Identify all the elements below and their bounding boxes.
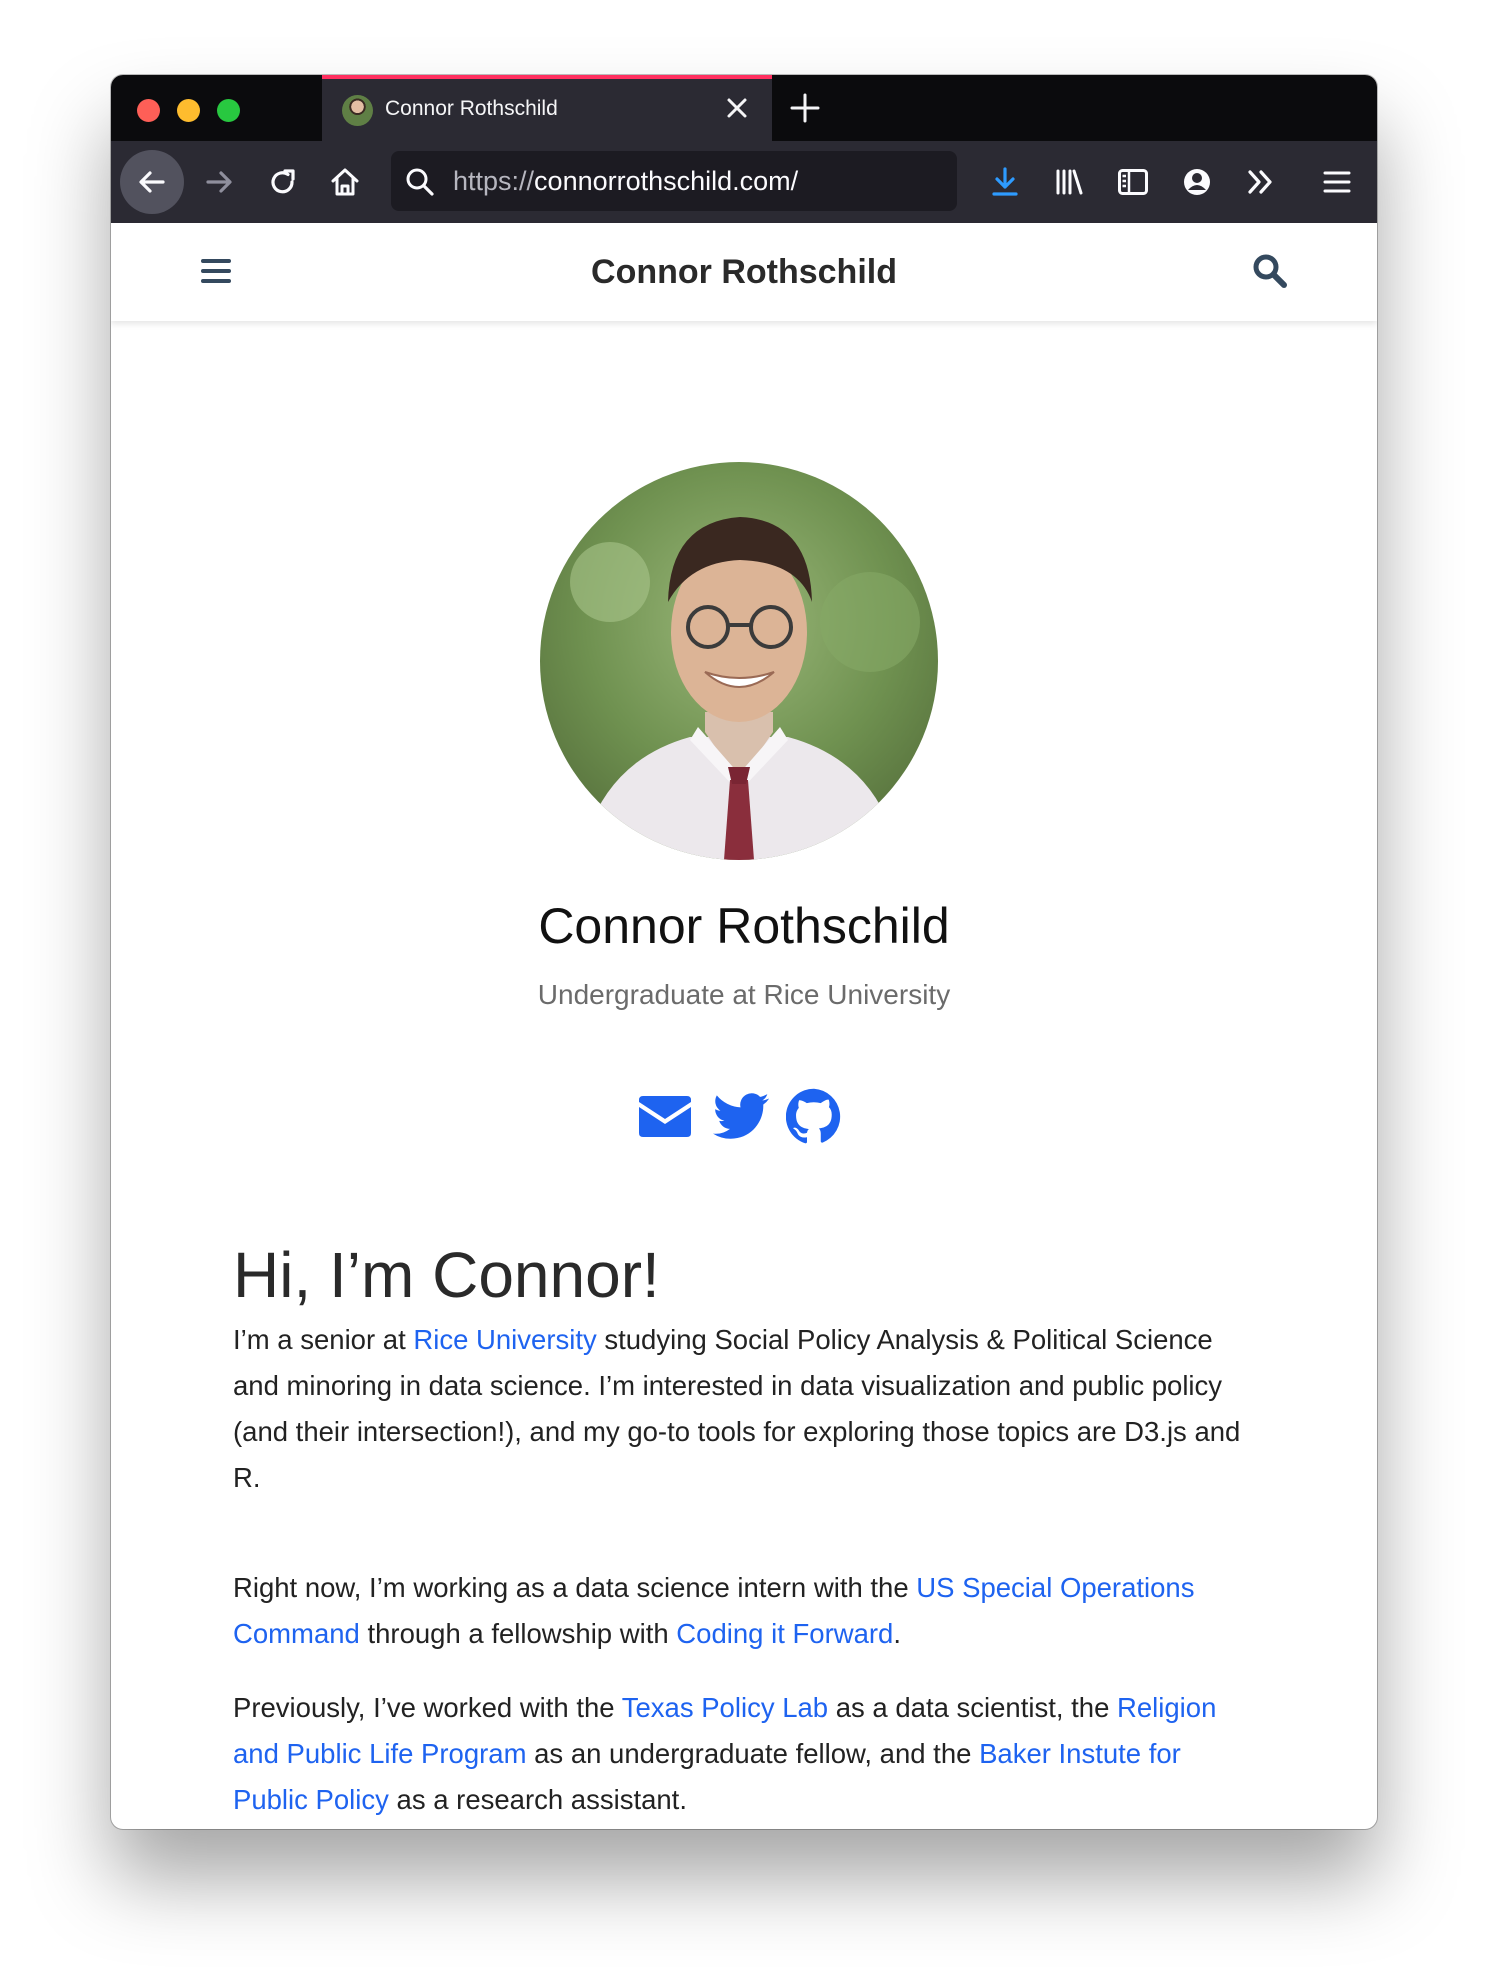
chevron-double-right-icon (1248, 170, 1272, 194)
profile-subtitle: Undergraduate at Rice University (537, 979, 951, 1010)
hamburger-menu-icon (1323, 171, 1351, 193)
sidebar-icon (1118, 169, 1148, 195)
favicon-icon (342, 95, 373, 126)
site-header: Connor Rothschild (111, 223, 1377, 321)
arrow-right-icon (206, 171, 232, 193)
intro-paragraph-1: I’m a senior at Rice University studying… (233, 1317, 1263, 1501)
text: I’m a senior at (233, 1324, 414, 1355)
text: as a data scientist, the (828, 1692, 1118, 1723)
twitter-icon[interactable] (712, 1088, 770, 1144)
profile-photo (540, 462, 938, 860)
text: Right now, I’m working as a data science… (233, 1572, 917, 1603)
link-texas-policy-lab[interactable]: Texas Policy Lab (622, 1692, 828, 1723)
intro-paragraph-3: Previously, I’ve worked with the Texas P… (233, 1685, 1263, 1823)
search-icon[interactable] (1251, 252, 1289, 290)
text: as an undergraduate fellow, and the (526, 1738, 980, 1769)
new-tab-icon[interactable] (785, 88, 825, 128)
avatar (540, 462, 938, 860)
search-icon (406, 168, 434, 196)
forward-button[interactable] (189, 152, 249, 212)
app-menu-button[interactable] (1307, 152, 1367, 212)
intro-heading: Hi, I’m Connor! (233, 1239, 660, 1311)
close-window-button[interactable] (137, 99, 160, 122)
tab-title: Connor Rothschild (385, 97, 558, 120)
reload-button[interactable] (253, 152, 313, 212)
github-icon[interactable] (786, 1088, 842, 1144)
home-button[interactable] (315, 152, 375, 212)
profile-name: Connor Rothschild (538, 898, 950, 954)
back-button[interactable] (120, 150, 184, 214)
envelope-icon[interactable] (637, 1088, 693, 1144)
intro-paragraph-2: Right now, I’m working as a data science… (233, 1565, 1263, 1657)
close-tab-icon[interactable] (722, 93, 752, 123)
more-tools-button[interactable] (1231, 152, 1291, 212)
library-button[interactable] (1039, 152, 1099, 212)
download-arrow-icon (992, 167, 1018, 196)
browser-window: Connor Rothschild https://connorrothschi… (111, 75, 1377, 1829)
minimize-window-button[interactable] (177, 99, 200, 122)
url-host: connorrothschild.com/ (534, 166, 799, 196)
url-text: https://connorrothschild.com/ (453, 166, 798, 197)
arrow-left-icon (139, 171, 165, 193)
tab-active[interactable]: Connor Rothschild (322, 75, 772, 141)
account-button[interactable] (1167, 152, 1227, 212)
nav-toolbar: https://connorrothschild.com/ (111, 141, 1377, 223)
text: through a fellowship with (359, 1618, 677, 1649)
zoom-window-button[interactable] (217, 99, 240, 122)
reload-icon (271, 169, 295, 194)
text: Previously, I’ve worked with the (233, 1692, 622, 1723)
downloads-button[interactable] (975, 152, 1035, 212)
site-title[interactable]: Connor Rothschild (111, 253, 1377, 292)
link-coding-it-forward[interactable]: Coding it Forward (676, 1618, 893, 1649)
link-rice-university[interactable]: Rice University (413, 1324, 596, 1355)
tab-strip: Connor Rothschild (111, 75, 1377, 141)
sidebar-button[interactable] (1103, 152, 1163, 212)
library-icon (1056, 169, 1083, 195)
text: . (893, 1618, 901, 1649)
account-icon (1184, 169, 1210, 195)
address-bar[interactable]: https://connorrothschild.com/ (391, 151, 957, 211)
text: as a research assistant. (388, 1784, 687, 1815)
home-icon (331, 168, 359, 196)
url-scheme: https:// (453, 166, 535, 196)
